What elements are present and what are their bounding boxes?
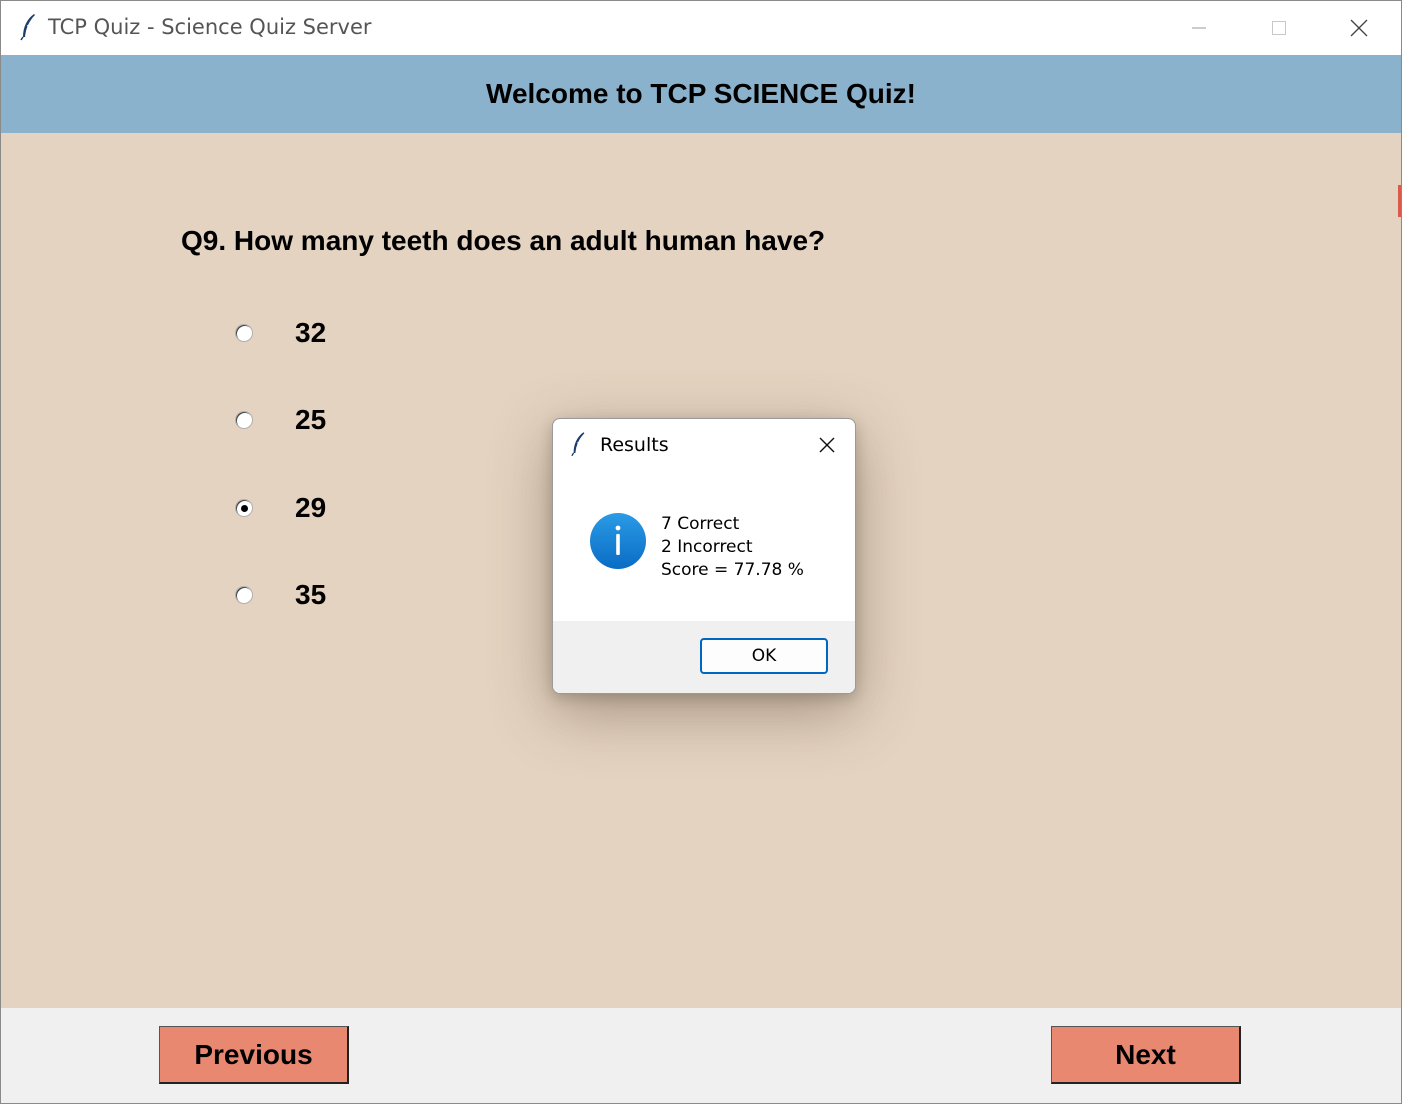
ok-button[interactable]: OK — [700, 638, 828, 674]
dialog-close-button[interactable] — [815, 433, 839, 457]
close-button[interactable] — [1319, 1, 1399, 55]
option-1[interactable]: 32 — [235, 313, 326, 353]
option-2[interactable]: 25 — [235, 400, 326, 440]
radio-button[interactable] — [235, 324, 253, 342]
navigation-bar: Previous Next — [1, 1008, 1401, 1103]
close-icon — [1350, 19, 1368, 37]
maximize-icon — [1272, 21, 1286, 35]
feather-icon — [571, 432, 585, 457]
feather-icon — [20, 14, 35, 41]
minimize-button[interactable] — [1159, 1, 1239, 55]
option-label: 25 — [295, 404, 327, 435]
option-label: 29 — [295, 492, 327, 523]
radio-button-selected[interactable] — [235, 499, 253, 517]
dialog-body: 7 Correct 2 Incorrect Score = 77.78 % — [553, 473, 855, 621]
results-dialog: Results 7 Correct 2 Incorrect Score = 77… — [552, 418, 856, 694]
previous-button[interactable]: Previous — [159, 1026, 349, 1084]
info-icon — [590, 513, 646, 569]
option-label: 35 — [295, 579, 327, 610]
question-text: Q9. How many teeth does an adult human h… — [181, 225, 826, 256]
score-text: Score = 77.78 % — [661, 560, 804, 580]
radio-button[interactable] — [235, 586, 253, 604]
window-title: TCP Quiz - Science Quiz Server — [48, 15, 372, 39]
option-label: 32 — [295, 317, 327, 348]
header-banner: Welcome to TCP SCIENCE Quiz! — [1, 55, 1401, 133]
radio-button[interactable] — [235, 411, 253, 429]
correct-count: 7 Correct — [661, 514, 740, 534]
incorrect-count: 2 Incorrect — [661, 537, 753, 557]
option-3[interactable]: 29 — [235, 488, 326, 528]
minimize-icon — [1192, 27, 1206, 29]
close-icon — [819, 437, 835, 453]
next-button[interactable]: Next — [1051, 1026, 1241, 1084]
edge-marker — [1398, 185, 1401, 217]
title-bar: TCP Quiz - Science Quiz Server — [1, 1, 1401, 55]
dialog-title: Results — [600, 434, 669, 456]
dialog-footer: OK — [553, 621, 855, 693]
dialog-title-bar: Results — [553, 419, 855, 473]
maximize-button[interactable] — [1239, 1, 1319, 55]
header-title: Welcome to TCP SCIENCE Quiz! — [486, 78, 916, 109]
results-message: 7 Correct 2 Incorrect Score = 77.78 % — [661, 513, 804, 582]
option-4[interactable]: 35 — [235, 575, 326, 615]
